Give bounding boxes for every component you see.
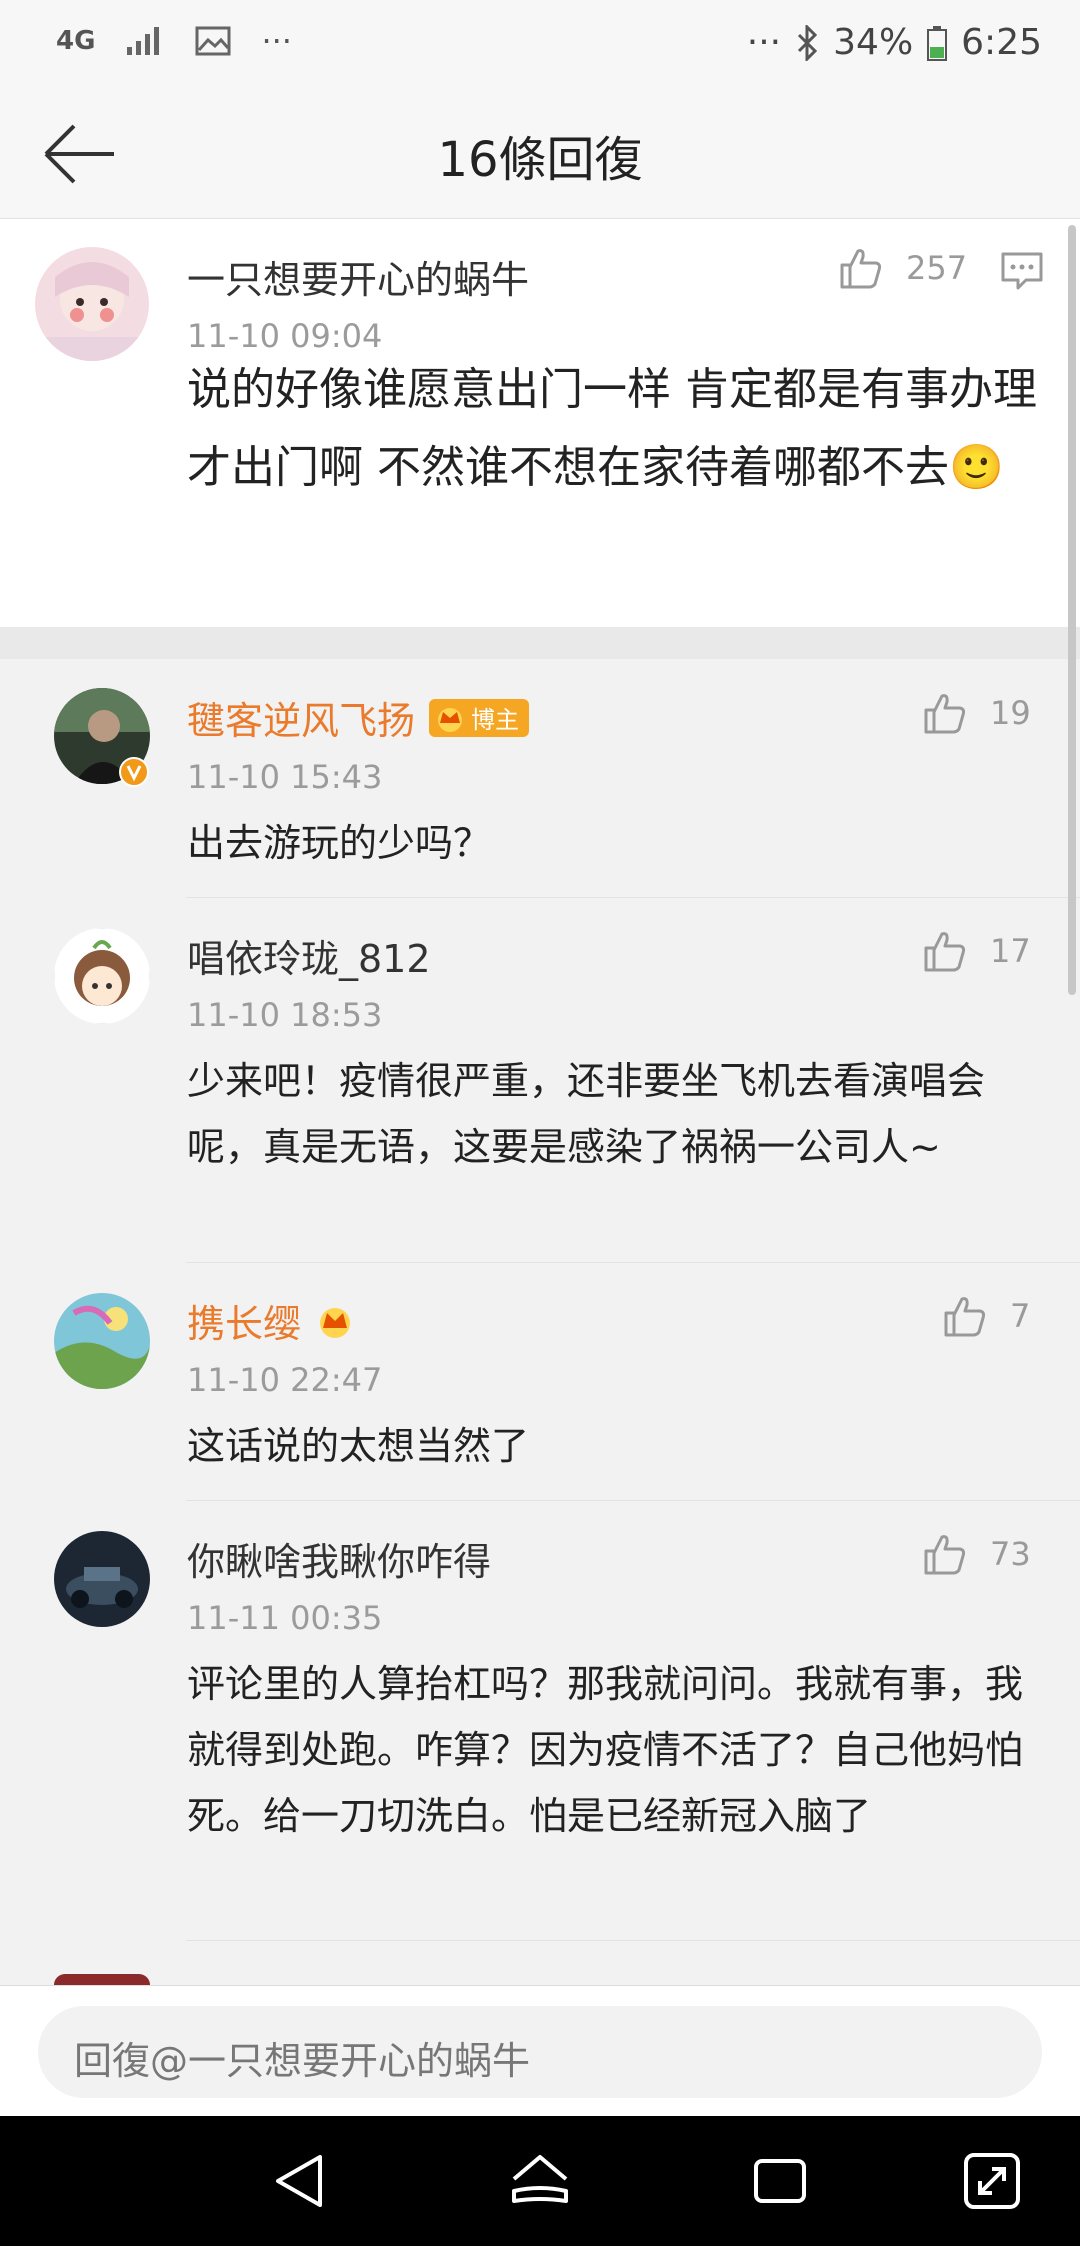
title-bar: 16條回復 <box>0 90 1080 219</box>
like-button[interactable]: 7 <box>942 1293 1030 1339</box>
reply-time: 11-10 22:47 <box>187 1361 383 1399</box>
reply-item: 携长缨 11-10 22:47 7 这话说的太想当然了 <box>0 1263 1080 1501</box>
nav-back-button[interactable] <box>268 2149 332 2213</box>
like-count: 19 <box>990 694 1031 732</box>
reply-content: 评论里的人算抬杠吗？那我就问问。我就有事，我就得到处跑。咋算？因为疫情不活了？自… <box>187 1662 1024 1838</box>
status-bar: 4G ··· ··· 34% 6:25 <box>0 0 1080 90</box>
reply-time: 11-10 15:43 <box>187 758 383 796</box>
battery-percent: 34% <box>833 22 914 63</box>
avatar[interactable] <box>54 1974 150 1985</box>
reply-username[interactable]: 携长缨 <box>187 1293 301 1348</box>
nav-recents-button[interactable] <box>748 2149 812 2213</box>
like-button[interactable]: 257 <box>838 245 967 291</box>
thumbs-up-icon <box>944 1297 986 1337</box>
battery-icon <box>927 25 948 61</box>
like-button[interactable]: 73 <box>922 1531 1031 1577</box>
original-comment: 一只想要开心的蜗牛 11-10 09:04 257 说的好像谁愿意出门一样 肯定… <box>0 219 1080 627</box>
page-title: 16條回復 <box>437 132 643 188</box>
bluetooth-icon <box>798 24 818 61</box>
reply-input-placeholder: 回復@一只想要开心的蜗牛 <box>74 2039 531 2083</box>
reply-username[interactable]: 你瞅啥我瞅你咋得 <box>187 1531 491 1586</box>
avatar[interactable] <box>54 1293 150 1389</box>
thumbs-up-icon <box>840 249 882 289</box>
nav-home-button[interactable] <box>508 2149 572 2213</box>
crown-icon <box>438 707 463 732</box>
more-indicator-right: ··· <box>746 22 782 63</box>
reply-content: 这话说的太想当然了 <box>187 1424 530 1468</box>
clock: 6:25 <box>961 22 1042 63</box>
reply-time: 11-10 18:53 <box>187 996 383 1034</box>
nav-expand-button[interactable] <box>960 2149 1024 2213</box>
like-button[interactable]: 17 <box>922 928 1031 974</box>
verified-icon <box>119 757 149 787</box>
like-count: 17 <box>990 932 1031 970</box>
image-icon <box>195 26 231 56</box>
like-count: 73 <box>990 1535 1031 1573</box>
avatar[interactable] <box>54 1531 150 1627</box>
reply-item: 你瞅啥我瞅你咋得 11-11 00:35 73 评论里的人算抬杠吗？那我就问问。… <box>0 1501 1080 1941</box>
reply-content: 出去游玩的少吗？ <box>187 821 492 865</box>
comment-content: 说的好像谁愿意出门一样 肯定都是有事办理才出门啊 不然谁不想在家待着哪都不去🙂 <box>187 364 1037 493</box>
reply-username[interactable]: 唱依玲珑_812 <box>187 928 431 983</box>
reply-time: 11-11 00:35 <box>187 1599 383 1637</box>
divider <box>186 1940 1080 1941</box>
more-indicator-left: ··· <box>261 22 292 60</box>
reply-item: 毽客逆风飞扬 博主 11-10 15:43 19 出去游玩的少吗？ <box>0 660 1080 898</box>
avatar[interactable] <box>54 928 150 1024</box>
scrollbar[interactable] <box>1068 225 1076 995</box>
network-indicator: 4G <box>56 26 96 56</box>
like-button[interactable]: 19 <box>922 690 1031 736</box>
thumbs-up-icon <box>924 1535 966 1575</box>
recents-icon <box>754 2159 806 2203</box>
like-count: 7 <box>1010 1297 1031 1335</box>
avatar[interactable] <box>35 247 149 361</box>
comment-time: 11-10 09:04 <box>187 317 383 355</box>
system-navigation-bar <box>0 2116 1080 2246</box>
reply-item: 唱依玲珑_812 11-10 18:53 17 少来吧！疫情很严重，还非要坐飞机… <box>0 898 1080 1263</box>
reply-content: 少来吧！疫情很严重，还非要坐飞机去看演唱会呢，真是无语，这要是感染了祸祸一公司人… <box>187 1059 986 1169</box>
signal-icon <box>127 27 160 55</box>
triangle-back-icon <box>276 2155 322 2207</box>
thumbs-up-icon <box>924 932 966 972</box>
expand-icon <box>964 2153 1020 2209</box>
comment-icon <box>1001 252 1043 290</box>
home-icon <box>512 2155 568 2203</box>
reply-input-area: 回復@一只想要开心的蜗牛 <box>0 1985 1080 2117</box>
section-divider <box>0 627 1080 659</box>
thumbs-up-icon <box>924 694 966 734</box>
vip-badge: 博主 <box>429 698 530 737</box>
crown-icon <box>320 1307 351 1338</box>
blogger-badge-label: 博主 <box>471 706 520 734</box>
reply-input[interactable]: 回復@一只想要开心的蜗牛 <box>38 2006 1042 2098</box>
like-count: 257 <box>906 249 968 287</box>
reply-username[interactable]: 毽客逆风飞扬 <box>187 690 415 745</box>
comment-button[interactable] <box>1000 251 1044 295</box>
comment-username[interactable]: 一只想要开心的蜗牛 <box>187 249 529 304</box>
